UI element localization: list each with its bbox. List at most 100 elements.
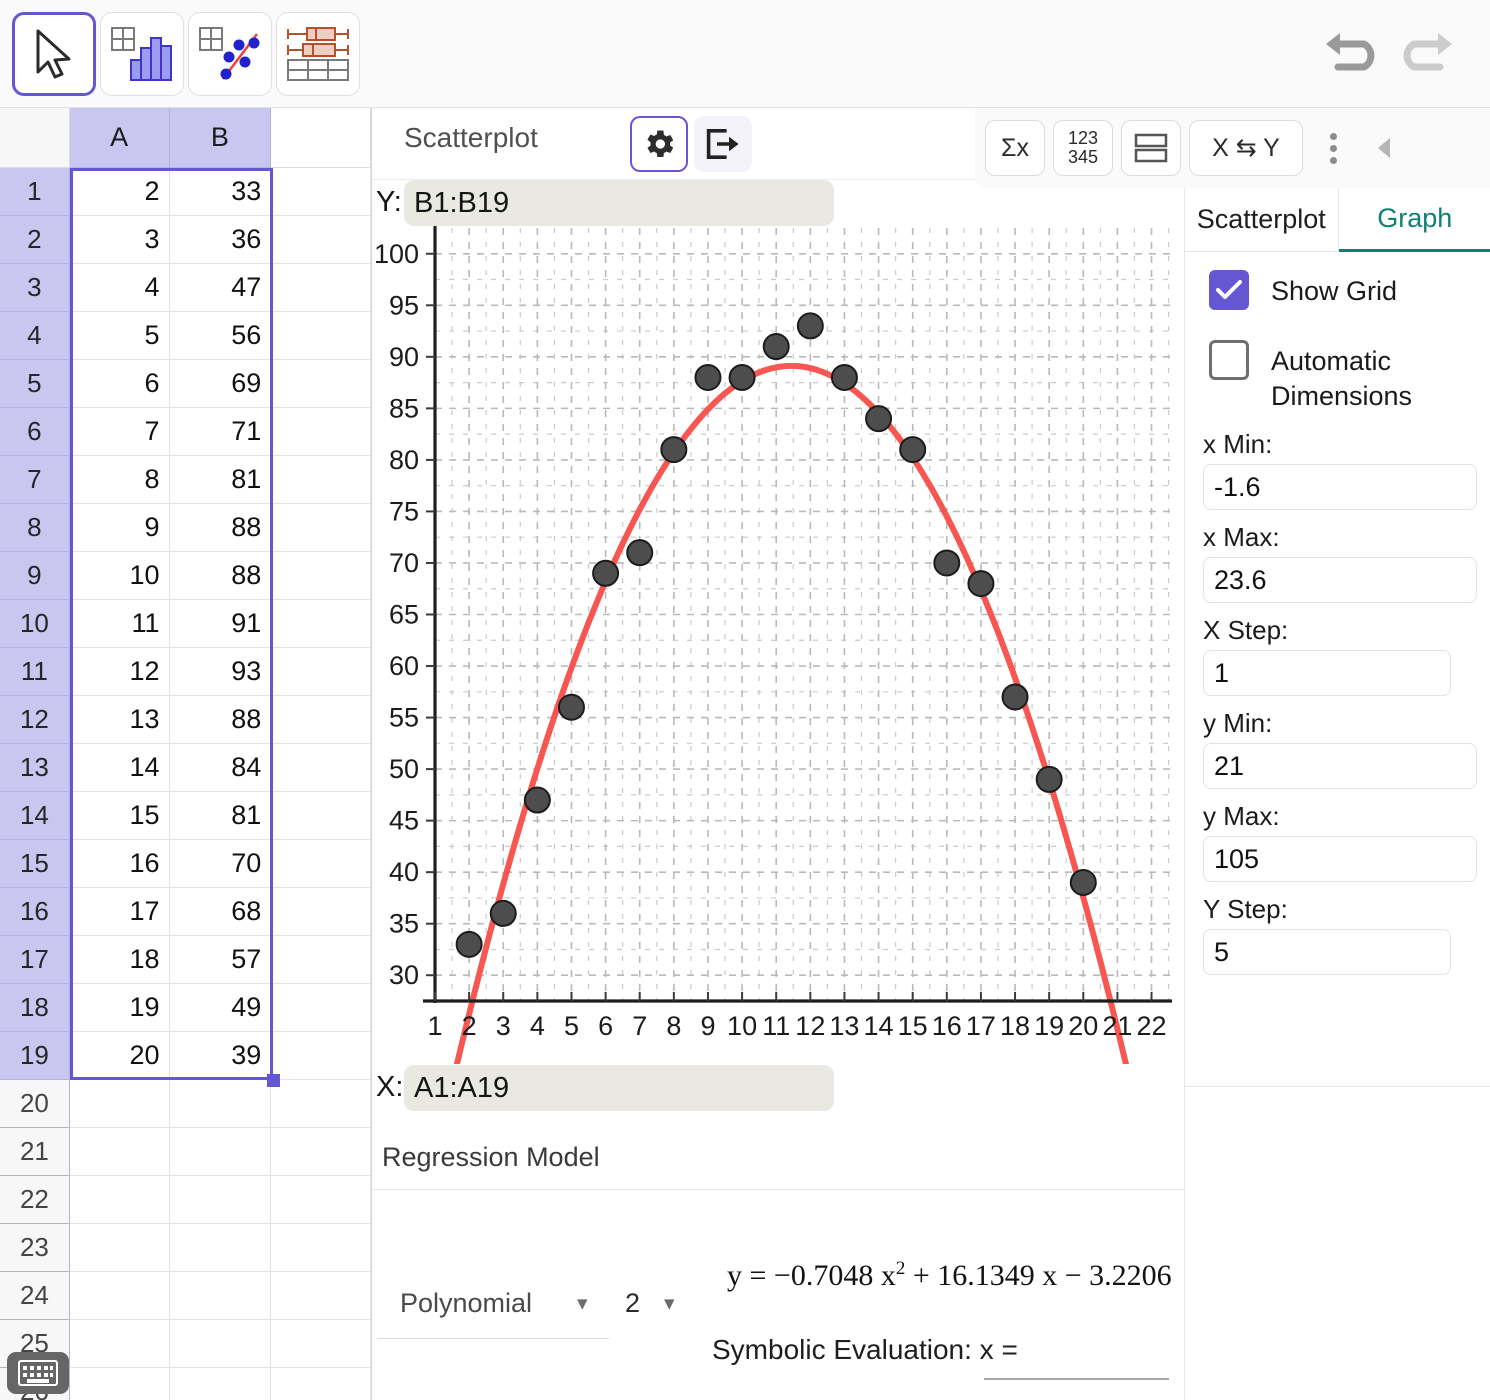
plot-type-selector[interactable]: Scatterplot ▾ <box>404 122 644 166</box>
cell-a[interactable]: 4 <box>69 264 170 312</box>
cell-c[interactable] <box>271 888 371 936</box>
cell-a[interactable]: 7 <box>69 408 170 456</box>
cell-a[interactable]: 20 <box>69 1032 170 1080</box>
multiple-variable-analysis-tool[interactable] <box>276 12 360 96</box>
row-header[interactable]: 8 <box>0 504 70 552</box>
data-point[interactable] <box>728 363 756 391</box>
cell-c[interactable] <box>271 504 371 552</box>
data-point[interactable] <box>626 539 654 567</box>
cell-c[interactable] <box>271 1272 371 1320</box>
cell-c[interactable] <box>271 1224 371 1272</box>
cell-c[interactable] <box>271 216 371 264</box>
data-point[interactable] <box>796 312 824 340</box>
show-grid-row[interactable]: Show Grid <box>1185 252 1490 314</box>
cell-a[interactable]: 9 <box>69 504 170 552</box>
keyboard-button[interactable] <box>7 1352 69 1394</box>
cell-c[interactable] <box>271 456 371 504</box>
cell-c[interactable] <box>271 1320 371 1368</box>
data-table-button[interactable]: 123 345 <box>1053 120 1113 176</box>
cell-b[interactable]: 33 <box>169 168 272 216</box>
cell-b[interactable]: 84 <box>169 744 272 792</box>
cell-a[interactable]: 18 <box>69 936 170 984</box>
redo-button[interactable] <box>1396 20 1460 84</box>
table-row[interactable]: 6 7 71 <box>0 408 371 456</box>
row-header[interactable]: 24 <box>0 1272 70 1320</box>
cell-a[interactable]: 3 <box>69 216 170 264</box>
cell-b[interactable] <box>169 1368 272 1400</box>
table-row[interactable]: 2 3 36 <box>0 216 371 264</box>
chevron-down-icon[interactable]: ▾ <box>664 1291 675 1316</box>
cell-b[interactable]: 88 <box>169 552 272 600</box>
data-point[interactable] <box>762 333 790 361</box>
cell-b[interactable]: 47 <box>169 264 272 312</box>
cell-c[interactable] <box>271 312 371 360</box>
cell-a[interactable] <box>69 1368 170 1400</box>
cell-a[interactable]: 13 <box>69 696 170 744</box>
data-point[interactable] <box>1069 868 1097 896</box>
spreadsheet[interactable]: A B 1 2 33 2 3 36 3 4 47 4 5 56 5 6 69 6 7 71 7 8 81 8 9 88 9 10 88 1… <box>0 108 372 1400</box>
cell-b[interactable] <box>169 1080 272 1128</box>
cell-a[interactable]: 17 <box>69 888 170 936</box>
row-header[interactable]: 15 <box>0 840 70 888</box>
data-point[interactable] <box>899 436 927 464</box>
x-min-field[interactable]: -1.6 <box>1203 464 1477 511</box>
more-options-button[interactable] <box>1311 132 1355 164</box>
data-point[interactable] <box>1035 765 1063 793</box>
cell-a[interactable] <box>69 1128 170 1176</box>
table-row[interactable]: 1 2 33 <box>0 168 371 216</box>
cell-b[interactable]: 36 <box>169 216 272 264</box>
row-header[interactable]: 2 <box>0 216 70 264</box>
collapse-panel-button[interactable] <box>1363 135 1407 161</box>
cell-a[interactable]: 19 <box>69 984 170 1032</box>
cell-b[interactable]: 69 <box>169 360 272 408</box>
cell-a[interactable]: 10 <box>69 552 170 600</box>
cell-c[interactable] <box>271 600 371 648</box>
table-row[interactable]: 3 4 47 <box>0 264 371 312</box>
y-step-field[interactable]: 5 <box>1203 929 1451 976</box>
cell-b[interactable]: 57 <box>169 936 272 984</box>
cell-a[interactable] <box>69 1176 170 1224</box>
regression-model-type-select[interactable]: Polynomial <box>400 1288 532 1319</box>
cell-b[interactable] <box>169 1272 272 1320</box>
scatter-plot[interactable]: 30 35 40 45 50 55 60 65 70 75 80 85 90 95 100 1 2 3 4 5 6 7 8 9… <box>372 216 1184 1064</box>
cell-b[interactable]: 71 <box>169 408 272 456</box>
column-header-a[interactable]: A <box>69 108 170 168</box>
row-header[interactable]: 19 <box>0 1032 70 1080</box>
cell-c[interactable] <box>271 648 371 696</box>
table-row[interactable]: 8 9 88 <box>0 504 371 552</box>
table-row[interactable]: 11 12 93 <box>0 648 371 696</box>
table-row[interactable]: 12 13 88 <box>0 696 371 744</box>
cell-a[interactable]: 15 <box>69 792 170 840</box>
show-grid-checkbox[interactable] <box>1209 270 1249 310</box>
cell-c[interactable] <box>271 552 371 600</box>
cell-c[interactable] <box>271 1176 371 1224</box>
row-header[interactable]: 14 <box>0 792 70 840</box>
one-variable-analysis-tool[interactable] <box>100 12 184 96</box>
cell-b[interactable]: 88 <box>169 504 272 552</box>
y-min-field[interactable]: 21 <box>1203 743 1477 790</box>
column-header-b[interactable]: B <box>169 108 272 168</box>
row-header[interactable]: 16 <box>0 888 70 936</box>
column-header-c[interactable] <box>271 108 371 168</box>
cell-c[interactable] <box>271 1080 371 1128</box>
row-header[interactable]: 9 <box>0 552 70 600</box>
table-row[interactable]: 22 <box>0 1176 371 1224</box>
row-header[interactable]: 5 <box>0 360 70 408</box>
cell-b[interactable]: 39 <box>169 1032 272 1080</box>
cell-b[interactable]: 91 <box>169 600 272 648</box>
data-point[interactable] <box>455 930 483 958</box>
undo-button[interactable] <box>1318 20 1382 84</box>
table-row[interactable]: 17 18 57 <box>0 936 371 984</box>
cell-a[interactable] <box>69 1224 170 1272</box>
sheet-corner[interactable] <box>0 108 70 168</box>
table-row[interactable]: 14 15 81 <box>0 792 371 840</box>
cell-a[interactable]: 2 <box>69 168 170 216</box>
row-header[interactable]: 6 <box>0 408 70 456</box>
row-header[interactable]: 23 <box>0 1224 70 1272</box>
table-row[interactable]: 9 10 88 <box>0 552 371 600</box>
chevron-down-icon[interactable]: ▾ <box>577 1291 588 1316</box>
table-row[interactable]: 15 16 70 <box>0 840 371 888</box>
symbolic-evaluation-x-input[interactable] <box>984 1378 1169 1380</box>
cell-selection-handle[interactable] <box>267 1074 280 1087</box>
cell-b[interactable] <box>169 1320 272 1368</box>
